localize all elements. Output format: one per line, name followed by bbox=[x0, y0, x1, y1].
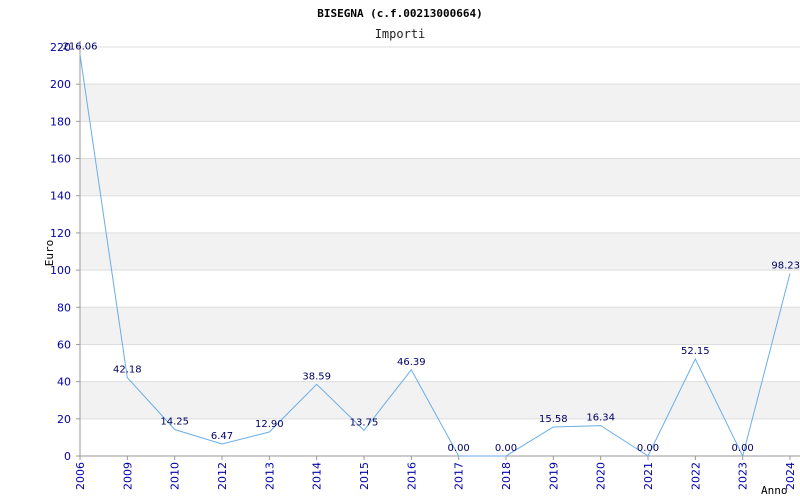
data-label: 46.39 bbox=[397, 357, 426, 368]
data-label: 15.58 bbox=[539, 414, 568, 425]
x-tick-label: 2014 bbox=[311, 462, 324, 490]
chart-subtitle: Importi bbox=[375, 27, 426, 41]
data-label: 42.18 bbox=[113, 365, 142, 376]
data-label: 38.59 bbox=[302, 371, 331, 382]
data-label: 0.00 bbox=[637, 443, 659, 454]
background-band bbox=[80, 158, 800, 196]
x-tick-label: 2012 bbox=[216, 462, 229, 490]
background-band bbox=[80, 381, 800, 419]
data-label: 0.00 bbox=[448, 443, 470, 454]
line-chart: 020406080100120140160180200220 2006 2009 2… bbox=[43, 7, 800, 497]
data-label: 0.00 bbox=[732, 443, 754, 454]
y-tick-label: 200 bbox=[50, 78, 71, 91]
x-tick-label: 2018 bbox=[500, 462, 513, 490]
data-label: 6.47 bbox=[211, 431, 233, 442]
background-band bbox=[80, 232, 800, 271]
y-tick-label: 20 bbox=[57, 413, 71, 426]
x-tick-label: 2023 bbox=[737, 462, 750, 490]
x-tick-label: 2020 bbox=[595, 462, 608, 490]
background-band bbox=[80, 307, 800, 345]
y-tick-label: 140 bbox=[50, 190, 71, 203]
y-tick-label: 40 bbox=[57, 376, 71, 389]
data-label: 14.25 bbox=[160, 417, 189, 428]
x-tick-label: 2021 bbox=[642, 462, 655, 490]
x-tick-label: 2009 bbox=[121, 462, 134, 490]
background-band bbox=[80, 84, 800, 122]
data-label: 216.06 bbox=[63, 41, 98, 52]
data-label: 0.00 bbox=[495, 443, 517, 454]
x-tick-label: 2013 bbox=[263, 462, 276, 490]
data-label: 16.34 bbox=[586, 413, 615, 424]
x-tick-label: 2015 bbox=[358, 462, 371, 490]
y-tick-label: 80 bbox=[57, 301, 71, 314]
background-bands bbox=[80, 84, 800, 419]
x-tick-label: 2019 bbox=[547, 462, 560, 490]
y-tick-label: 180 bbox=[50, 115, 71, 128]
x-tick-label: 2017 bbox=[453, 462, 466, 490]
x-axis-label: Anno bbox=[761, 484, 788, 497]
data-label: 13.75 bbox=[350, 417, 379, 428]
y-axis-label: Euro bbox=[43, 240, 56, 267]
x-tick-labels: 2006 2009 2010 2012 2013 2014 2015 2016 2017 2018… bbox=[74, 462, 797, 490]
data-label: 52.15 bbox=[681, 346, 710, 357]
y-tick-label: 60 bbox=[57, 338, 71, 351]
x-tick-label: 2010 bbox=[169, 462, 182, 490]
data-label: 12.90 bbox=[255, 419, 284, 430]
x-tick-label: 2006 bbox=[74, 462, 87, 490]
y-tick-label: 160 bbox=[50, 153, 71, 166]
y-tick-label: 0 bbox=[64, 450, 71, 463]
x-tick-label: 2022 bbox=[689, 462, 702, 490]
x-tick-label: 2016 bbox=[405, 462, 418, 490]
data-label: 98.23 bbox=[771, 260, 800, 271]
y-tick-label: 120 bbox=[50, 227, 71, 240]
chart-title: BISEGNA (c.f.00213000664) bbox=[317, 7, 483, 20]
